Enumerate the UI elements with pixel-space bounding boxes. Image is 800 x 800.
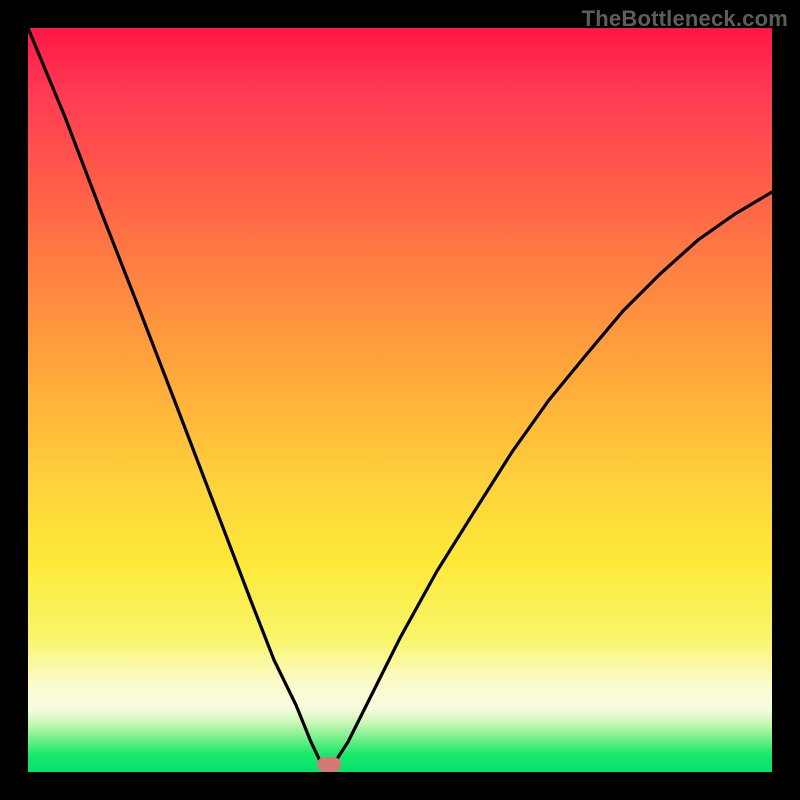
curve-layer [28,28,772,772]
plot-area [28,28,772,772]
bottleneck-curve [28,28,772,772]
min-marker [317,757,341,772]
chart-frame: TheBottleneck.com [0,0,800,800]
watermark-text: TheBottleneck.com [582,6,788,32]
